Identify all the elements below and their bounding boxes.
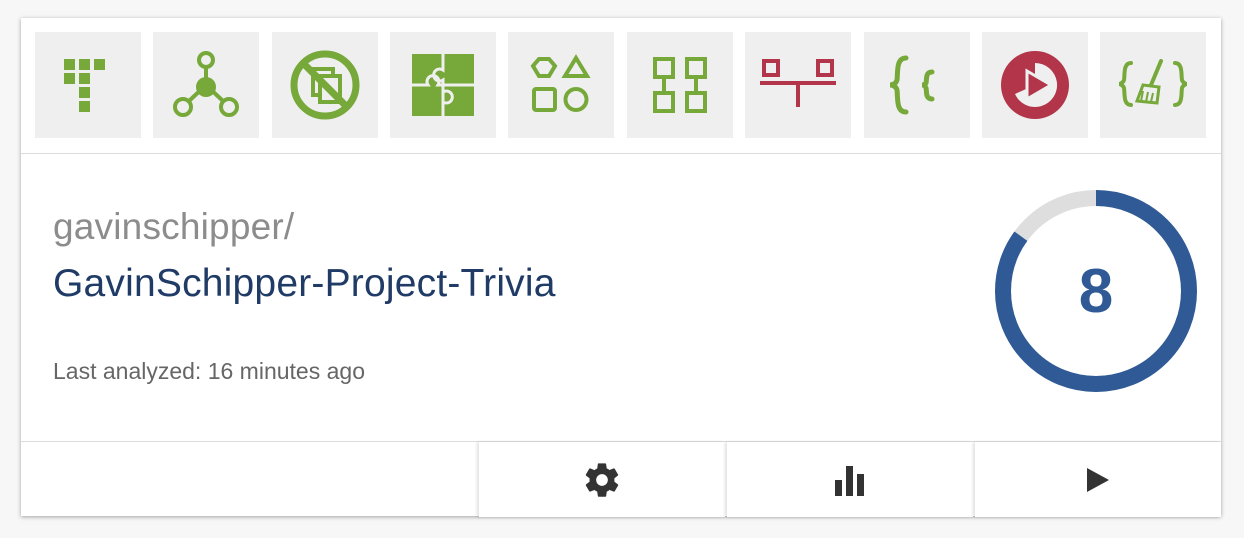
action-bar bbox=[21, 441, 1221, 517]
repo-name-link[interactable]: GavinSchipper-Project-Trivia bbox=[53, 262, 556, 306]
repo-owner: gavinschipper/ bbox=[53, 206, 295, 247]
play-coverage-icon bbox=[1001, 51, 1069, 119]
shapes-icon bbox=[530, 54, 591, 112]
tile-dependency-tree[interactable] bbox=[35, 32, 141, 138]
gear-icon bbox=[585, 462, 619, 497]
tile-shapes[interactable] bbox=[508, 32, 614, 138]
tile-play-coverage[interactable] bbox=[982, 32, 1088, 138]
network-graph-icon bbox=[173, 51, 239, 117]
analysis-icon-row bbox=[21, 18, 1221, 154]
balance-icon bbox=[760, 59, 836, 107]
tile-code-cleanup[interactable] bbox=[1100, 32, 1206, 138]
last-analyzed-text: Last analyzed: 16 minutes ago bbox=[53, 358, 365, 384]
settings-button[interactable] bbox=[479, 442, 725, 517]
modules-icon bbox=[653, 57, 707, 113]
stats-button[interactable] bbox=[727, 442, 973, 517]
no-duplicate-icon bbox=[290, 50, 360, 120]
score-value: 8 bbox=[1079, 257, 1113, 326]
tile-network-graph[interactable] bbox=[153, 32, 259, 138]
bar-chart-icon bbox=[835, 465, 864, 496]
puzzle-icon bbox=[412, 54, 474, 116]
dependency-tree-icon bbox=[64, 59, 105, 112]
repository-card: gavinschipper/ GavinSchipper-Project-Tri… bbox=[21, 18, 1221, 517]
tile-puzzle[interactable] bbox=[390, 32, 496, 138]
run-button[interactable] bbox=[975, 442, 1221, 517]
tile-balance[interactable] bbox=[745, 32, 851, 138]
tile-no-duplicate[interactable] bbox=[272, 32, 378, 138]
braces-icon bbox=[889, 55, 935, 115]
tile-modules[interactable] bbox=[627, 32, 733, 138]
code-cleanup-icon bbox=[1118, 59, 1188, 107]
tile-braces[interactable] bbox=[864, 32, 970, 138]
score-gauge: 8 bbox=[995, 190, 1197, 392]
play-icon bbox=[1087, 467, 1109, 492]
